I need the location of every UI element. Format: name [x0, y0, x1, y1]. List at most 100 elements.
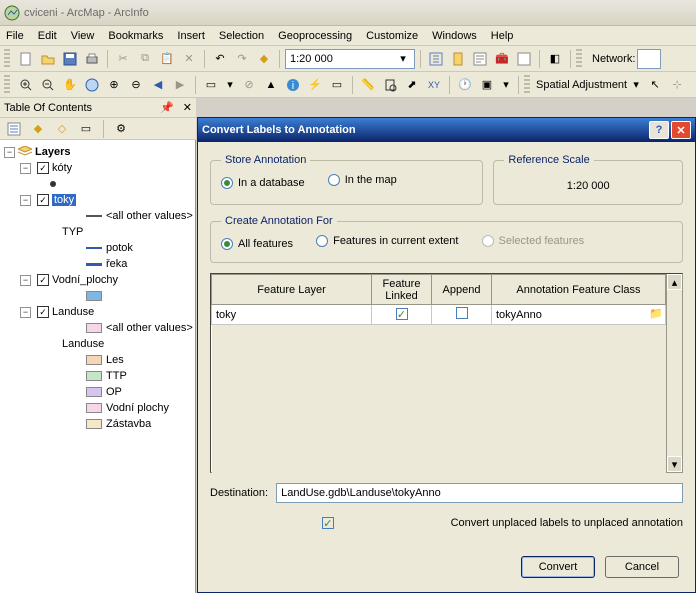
select-tool-icon[interactable]: ↖ [645, 75, 665, 95]
pin-icon[interactable]: 📌 [160, 102, 174, 114]
pan-icon[interactable]: ✋ [60, 75, 80, 95]
collapse-icon[interactable]: − [20, 163, 31, 174]
zoom-in-icon[interactable] [16, 75, 36, 95]
network-label: Network: [592, 53, 635, 65]
delete-icon: ✕ [179, 49, 199, 69]
html-popup-icon[interactable]: ▭ [327, 75, 347, 95]
menu-bookmarks[interactable]: Bookmarks [108, 30, 163, 42]
editor-toolbar-icon[interactable] [426, 49, 446, 69]
back-icon[interactable]: ◀ [148, 75, 168, 95]
close-icon[interactable]: ✕ [671, 121, 691, 139]
layer-vodni-plochy[interactable]: Vodní_plochy [52, 274, 118, 286]
scroll-up-icon[interactable]: ▴ [667, 274, 682, 290]
options-icon[interactable]: ⚙ [111, 119, 131, 139]
open-icon[interactable] [38, 49, 58, 69]
radio-in-database[interactable]: In a database [221, 177, 305, 189]
create-viewer-icon[interactable]: ▣ [477, 75, 497, 95]
radio-all-features[interactable]: All features [221, 238, 293, 250]
toolbar-grip[interactable] [4, 49, 10, 69]
menu-file[interactable]: File [6, 30, 24, 42]
undo-icon[interactable]: ↶ [210, 49, 230, 69]
identify-icon[interactable]: i [283, 75, 303, 95]
toolbar-grip-2[interactable] [576, 49, 582, 69]
collapse-icon[interactable]: − [20, 275, 31, 286]
modelbuilder-icon[interactable]: ◧ [545, 49, 565, 69]
collapse-icon[interactable]: − [4, 147, 15, 158]
select-elements-icon[interactable]: ▲ [261, 75, 281, 95]
convert-button[interactable]: Convert [521, 556, 595, 578]
layer-koty[interactable]: kóty [52, 162, 72, 174]
select-features-icon[interactable]: ▭ [201, 75, 221, 95]
python-icon[interactable] [514, 49, 534, 69]
help-icon[interactable]: ? [649, 121, 669, 139]
checkbox-unplaced[interactable]: ✓ [322, 517, 334, 529]
toolbar-grip-4[interactable] [524, 75, 530, 95]
table-row[interactable]: toky ✓ tokyAnno📁 [212, 305, 666, 325]
menu-geoprocessing[interactable]: Geoprocessing [278, 30, 352, 42]
menu-windows[interactable]: Windows [432, 30, 477, 42]
menu-insert[interactable]: Insert [177, 30, 205, 42]
layer-tree[interactable]: −Layers −✓kóty −✓toky <all other values>… [0, 140, 195, 436]
spatial-adjustment-menu[interactable]: Spatial Adjustment [536, 79, 627, 91]
checkbox-append[interactable] [456, 307, 468, 319]
fixed-zoom-in-icon[interactable]: ⊕ [104, 75, 124, 95]
fixed-zoom-out-icon[interactable]: ⊖ [126, 75, 146, 95]
dialog-titlebar[interactable]: Convert Labels to Annotation ? ✕ [198, 118, 695, 142]
checkbox[interactable]: ✓ [37, 162, 49, 174]
menu-help[interactable]: Help [491, 30, 514, 42]
radio-icon [328, 174, 340, 186]
layer-landuse[interactable]: Landuse [52, 306, 94, 318]
print-icon[interactable] [82, 49, 102, 69]
scroll-down-icon[interactable]: ▾ [667, 456, 682, 472]
zoom-out-icon[interactable] [38, 75, 58, 95]
annotation-table: Feature Layer Feature Linked Append Anno… [210, 273, 683, 473]
chevron-down-icon-3[interactable]: ▾ [499, 76, 513, 94]
chevron-down-icon-2[interactable]: ▾ [223, 76, 237, 94]
scrollbar[interactable]: ▴ ▾ [666, 274, 682, 472]
menu-customize[interactable]: Customize [366, 30, 418, 42]
checkbox-feature-linked[interactable]: ✓ [396, 308, 408, 320]
addlayer-icon[interactable]: ◆ [254, 49, 274, 69]
save-icon[interactable] [60, 49, 80, 69]
browse-icon[interactable]: 📁 [649, 307, 663, 320]
toolbar-grip-3[interactable] [4, 75, 10, 95]
list-by-source-icon[interactable]: ◆ [28, 119, 48, 139]
new-icon[interactable] [16, 49, 36, 69]
menu-edit[interactable]: Edit [38, 30, 57, 42]
checkbox[interactable]: ✓ [37, 306, 49, 318]
full-extent-icon[interactable] [82, 75, 102, 95]
close-icon[interactable]: ✕ [183, 102, 192, 114]
cancel-button[interactable]: Cancel [605, 556, 679, 578]
scale-combo[interactable]: 1:20 000 ▾ [285, 49, 415, 69]
col-append[interactable]: Append [432, 275, 492, 305]
list-by-visibility-icon[interactable]: ◇ [52, 119, 72, 139]
checkbox[interactable]: ✓ [37, 194, 49, 206]
chevron-down-icon[interactable]: ▾ [396, 50, 410, 68]
measure-icon[interactable]: 📏 [358, 75, 378, 95]
collapse-icon[interactable]: − [20, 195, 31, 206]
arctoolbox-icon[interactable]: 🧰 [492, 49, 512, 69]
search-icon[interactable] [470, 49, 490, 69]
radio-in-map[interactable]: In the map [328, 174, 397, 186]
menu-view[interactable]: View [71, 30, 95, 42]
col-annotation-class[interactable]: Annotation Feature Class [492, 275, 666, 305]
layer-toky[interactable]: toky [52, 194, 76, 206]
list-by-drawing-icon[interactable] [4, 119, 24, 139]
list-by-selection-icon[interactable]: ▭ [76, 119, 96, 139]
network-combo[interactable] [637, 49, 661, 69]
col-feature-layer[interactable]: Feature Layer [212, 275, 372, 305]
goto-xy-icon[interactable]: XY [424, 75, 444, 95]
catalog-icon[interactable] [448, 49, 468, 69]
chevron-down-icon-4[interactable]: ▾ [629, 76, 643, 94]
time-slider-icon[interactable]: 🕐 [455, 75, 475, 95]
find-route-icon[interactable]: ⬈ [402, 75, 422, 95]
menu-selection[interactable]: Selection [219, 30, 264, 42]
layers-root[interactable]: Layers [35, 146, 70, 158]
store-annotation-legend: Store Annotation [221, 154, 310, 166]
find-icon[interactable] [380, 75, 400, 95]
checkbox[interactable]: ✓ [37, 274, 49, 286]
destination-input[interactable] [276, 483, 683, 503]
radio-features-extent[interactable]: Features in current extent [316, 235, 458, 247]
col-feature-linked[interactable]: Feature Linked [372, 275, 432, 305]
collapse-icon[interactable]: − [20, 307, 31, 318]
